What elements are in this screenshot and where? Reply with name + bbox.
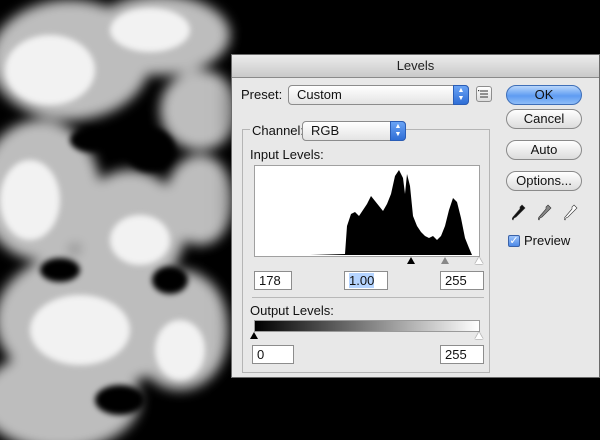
input-levels-label: Input Levels: — [250, 147, 324, 162]
levels-dialog: Levels Preset: Custom ▲ ▼ Channel: RGB ▲ ▼… — [231, 54, 600, 378]
preset-stepper-icon: ▲ ▼ — [453, 85, 469, 105]
ok-button[interactable]: OK — [506, 85, 582, 105]
input-gamma-field[interactable]: 1.00 — [344, 271, 388, 290]
preview-label: Preview — [524, 233, 571, 248]
preview-checkbox[interactable]: ✓ — [508, 235, 520, 247]
auto-button[interactable]: Auto — [506, 140, 582, 160]
preset-value: Custom — [297, 87, 342, 102]
output-gradient-bar — [254, 320, 480, 332]
input-white-field[interactable]: 255 — [440, 271, 484, 290]
input-white-slider[interactable] — [475, 257, 483, 264]
input-black-field[interactable]: 178 — [254, 271, 292, 290]
output-black-slider[interactable] — [250, 332, 258, 339]
preset-options-icon[interactable] — [476, 86, 492, 102]
levels-separator — [252, 297, 484, 298]
histogram — [254, 165, 480, 257]
histogram-shape — [310, 170, 472, 255]
input-black-slider[interactable] — [407, 257, 415, 264]
cancel-button[interactable]: Cancel — [506, 109, 582, 129]
input-gamma-slider[interactable] — [441, 257, 449, 264]
channel-dropdown[interactable]: RGB ▲ ▼ — [302, 121, 406, 141]
input-gamma-value: 1.00 — [349, 273, 375, 288]
output-white-slider[interactable] — [475, 332, 483, 339]
output-black-field[interactable]: 0 — [252, 345, 294, 364]
channel-stepper-icon: ▲ ▼ — [390, 121, 406, 141]
black-eyedropper-icon[interactable] — [512, 204, 526, 222]
white-eyedropper-icon[interactable] — [564, 204, 578, 222]
channel-label: Channel: — [250, 123, 307, 138]
dialog-title: Levels — [232, 55, 599, 78]
preset-dropdown[interactable]: Custom ▲ ▼ — [288, 85, 469, 105]
gray-eyedropper-icon[interactable] — [538, 204, 552, 222]
output-levels-label: Output Levels: — [250, 303, 334, 318]
preset-label: Preset: — [241, 87, 283, 102]
options-button[interactable]: Options... — [506, 171, 582, 191]
channel-value: RGB — [311, 123, 340, 138]
output-white-field[interactable]: 255 — [440, 345, 484, 364]
